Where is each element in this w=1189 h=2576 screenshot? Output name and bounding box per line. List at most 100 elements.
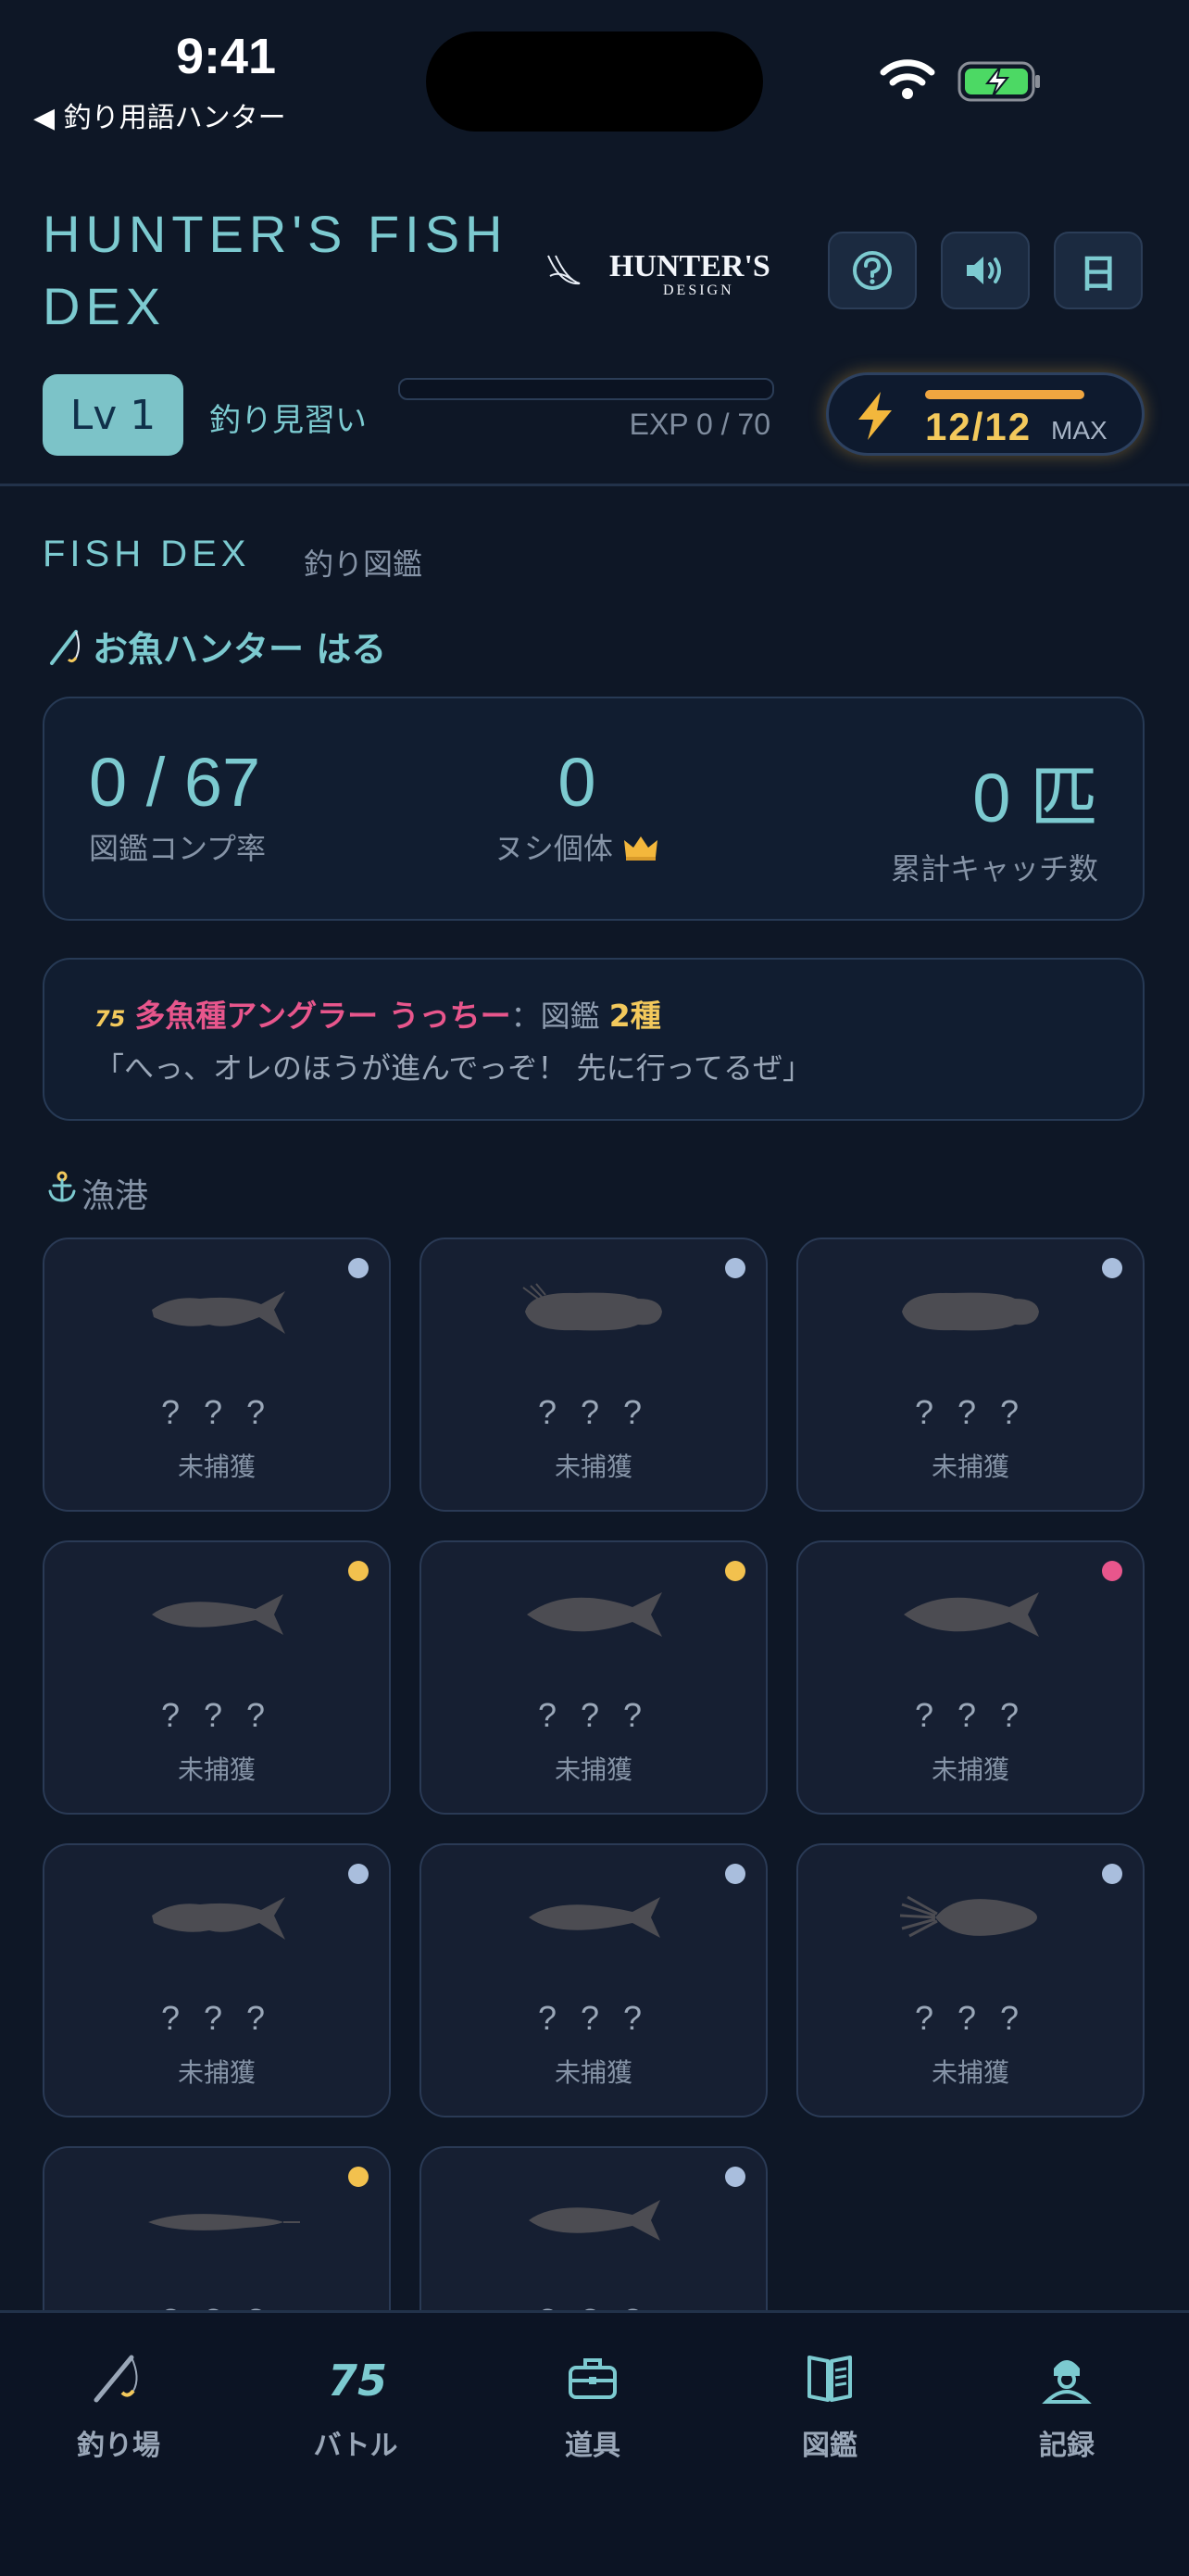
crown-icon [624,836,658,861]
tab-label: 道具 [565,2430,620,2462]
fish-silhouette-icon [152,1594,283,1635]
rarity-dot [725,1258,745,1278]
area-label: 漁港 [81,1177,149,1215]
catch-status: 未捕獲 [554,1754,632,1785]
fish-silhouette-icon [152,1291,285,1334]
rarity-dot [348,2167,369,2187]
completion-label: 図鑑コンプ率 [89,831,267,866]
section-subtitle: 釣り図鑑 [304,547,423,582]
tab-label: 記録 [1039,2430,1095,2462]
svg-text:HUNTER'S: HUNTER'S [609,249,770,283]
fish-name: ? ? ? [914,1696,1027,1734]
fish-silhouette-icon [152,1897,285,1940]
toolbox-icon [569,2358,617,2399]
fishing-rod-icon [50,630,80,665]
fish-silhouette-icon [529,1897,660,1938]
catch-status: 未捕獲 [554,1451,632,1482]
svg-text:DESIGN: DESIGN [663,283,734,298]
tab-battle[interactable]: 75 バトル [237,2344,474,2463]
rank-title: 釣り見習い [209,402,367,439]
tab-label: 図鑑 [802,2430,857,2462]
tab-tools[interactable]: 道具 [474,2344,711,2463]
completion-value: 0 / 67 [89,744,261,821]
fish-card[interactable]: ? ? ? 未捕獲 [796,1540,1145,1815]
rarity-dot [725,2167,745,2187]
catch-status: 未捕獲 [554,2057,632,2088]
energy-bar-track [925,390,1084,399]
battle-badge-icon: 75 [94,1006,126,1032]
catch-status: 未捕獲 [177,1754,256,1785]
tab-records[interactable]: 記録 [948,2344,1185,2463]
fish-silhouette-icon [527,1592,662,1637]
anchor-icon [48,1171,76,1202]
rarity-dot [725,1561,745,1581]
question-icon [853,251,892,290]
fish-card[interactable]: ? ? ? 未捕獲 [43,1238,391,1512]
rarity-dot [348,1561,369,1581]
svg-text:75: 75 [328,2356,385,2401]
exp-progress-bar [398,378,774,400]
fish-card[interactable]: ? ? ? 未捕獲 [43,1540,391,1815]
fish-silhouette-icon [529,2200,660,2241]
fish-name: ? ? ? [537,1393,650,1431]
fish-silhouette-icon [899,1895,1037,1938]
bottom-tab-bar: 釣り場 75 バトル 道具 図鑑 記録 [0,2310,1189,2576]
fish-silhouette-icon [522,1283,662,1331]
energy-max-label: MAX [1051,416,1108,445]
total-catch-value: 0 匹 [972,760,1098,836]
tab-dex[interactable]: 図鑑 [711,2344,948,2463]
rarity-dot [348,1258,369,1278]
header-divider [0,484,1189,486]
battle-icon: 75 [328,2356,385,2401]
catch-status: 未捕獲 [177,2057,256,2088]
fish-silhouette-icon [902,1292,1039,1331]
section-title: FISH DEX [43,534,251,574]
fish-name: ? ? ? [160,1393,273,1431]
fish-card[interactable]: ? ? ? 未捕獲 [419,1540,768,1815]
book-icon [807,2356,852,2402]
fish-name: ? ? ? [914,1393,1027,1431]
language-button[interactable]: 日 [1054,232,1143,309]
fish-card[interactable]: ? ? ? 未捕獲 [419,1843,768,2117]
hunter-name: お魚ハンター はる [93,629,387,670]
fish-name: ? ? ? [537,1999,650,2037]
wifi-icon [880,59,935,99]
app-title: HUNTER'S FISH DEX [43,205,508,335]
boss-count-value: 0 [557,744,596,821]
rarity-dot [725,1864,745,1884]
stats-card: 0 / 67 図鑑コンプ率 0 ヌシ個体 0 匹 累計キャッチ数 [43,697,1145,921]
rarity-dot [1102,1864,1122,1884]
speaker-icon [967,257,1001,284]
tab-label: バトル [313,2430,398,2462]
total-catch-label: 累計キャッチ数 [890,851,1098,886]
dynamic-island [426,31,763,132]
rarity-dot [348,1864,369,1884]
help-button[interactable] [828,232,917,309]
tab-fishing-spot[interactable]: 釣り場 [0,2344,237,2463]
fish-card[interactable]: ? ? ? 未捕獲 [43,1843,391,2117]
fish-name: ? ? ? [160,1999,273,2037]
catch-status: 未捕獲 [177,1451,256,1482]
rival-name: 多魚種アングラー うっちー [134,998,511,1034]
energy-meter[interactable]: 12/12 MAX [826,372,1145,456]
fish-name: ? ? ? [160,1696,273,1734]
fish-card[interactable]: ? ? ? 未捕獲 [796,1238,1145,1512]
fish-card[interactable]: ? ? ? 未捕獲 [419,1238,768,1512]
catch-status: 未捕獲 [931,2057,1009,2088]
fishing-rod-icon [94,2355,138,2403]
battery-icon [957,61,1040,102]
rival-card: 75 多魚種アングラー うっちー：図鑑 2種 「へっ、オレのほうが進んでっぞ！ 先… [43,958,1145,1121]
energy-value: 12/12 [925,405,1033,448]
level-badge: Lv 1 [43,374,183,456]
back-to-app-link[interactable]: ◀ 釣り用語ハンター [33,94,286,135]
boss-count-label: ヌシ個体 [494,831,613,866]
lightning-icon [858,392,892,440]
fish-silhouette-icon [904,1592,1039,1637]
catch-status: 未捕獲 [931,1754,1009,1785]
tab-label: 釣り場 [77,2430,160,2462]
fish-card[interactable]: ? ? ? 未捕獲 [796,1843,1145,2117]
exp-text: EXP 0 / 70 [629,408,770,441]
rival-dex-label: ：図鑑 [510,999,609,1034]
fish-name: ? ? ? [537,1696,650,1734]
sound-button[interactable] [941,232,1030,309]
